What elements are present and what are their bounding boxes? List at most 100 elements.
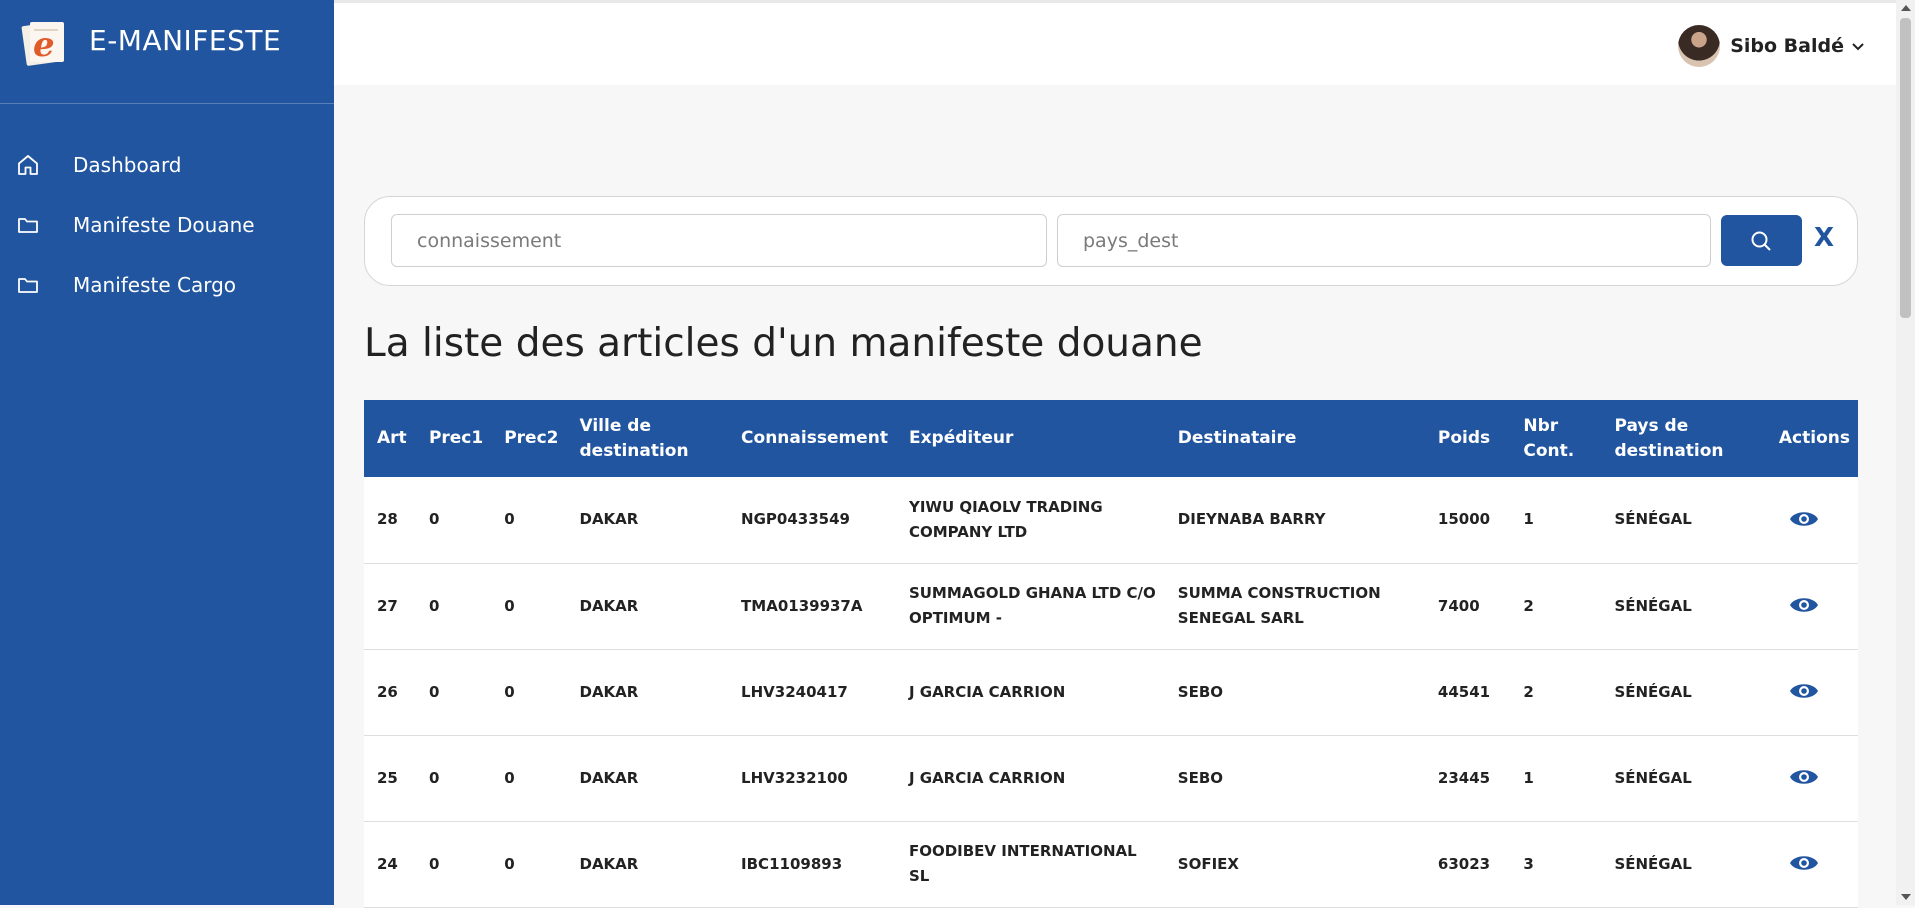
app-title: E-MANIFESTE — [89, 24, 282, 57]
table-header-row: Art Prec1 Prec2 Ville de destination Conn… — [364, 400, 1858, 477]
cell-connaissement: TMA0139937A — [741, 596, 863, 615]
cell-ville: DAKAR — [579, 510, 639, 529]
header-pays-line2: destination — [1614, 440, 1724, 461]
app-logo-icon: e — [21, 21, 64, 66]
cell-actions — [1766, 649, 1858, 735]
view-eye-icon[interactable] — [1789, 680, 1819, 702]
top-bar: Sibo Baldé — [334, 0, 1896, 85]
cell-nbr-cont: 1 — [1523, 768, 1534, 787]
header-nbr-cont: Nbr Cont. — [1510, 400, 1601, 477]
table-row: 24 0 0 DAKAR IBC1109893 FOODIBEV INTERNA… — [364, 821, 1858, 907]
cell-prec2: 0 — [504, 682, 515, 701]
cell-expediteur: SUMMAGOLD GHANA LTD C/O OPTIMUM - — [908, 584, 1156, 627]
sidebar-item-label: Manifeste Douane — [73, 213, 255, 237]
cell-expediteur: J GARCIA CARRION — [908, 682, 1066, 701]
cell-prec1: 0 — [428, 768, 440, 787]
cell-poids: 23445 — [1437, 768, 1491, 787]
cell-art: 25 — [377, 768, 398, 787]
cell-art: 28 — [377, 510, 398, 529]
cell-ville: DAKAR — [579, 854, 639, 873]
avatar — [1678, 25, 1721, 67]
header-prec2: Prec2 — [504, 428, 559, 448]
cell-poids: 44541 — [1437, 682, 1491, 701]
cell-actions — [1766, 735, 1858, 821]
cell-destinataire: SOFIEX — [1177, 854, 1239, 873]
header-prec1: Prec1 — [428, 428, 484, 448]
view-eye-icon[interactable] — [1789, 766, 1819, 788]
page-scrollbar[interactable] — [1896, 0, 1915, 905]
header-poids: Poids — [1437, 428, 1491, 448]
cell-pays: SÉNÉGAL — [1614, 854, 1692, 873]
pays-dest-input[interactable] — [1057, 214, 1711, 267]
scroll-down-icon[interactable] — [1901, 894, 1911, 900]
header-pays-destination: Pays de destination — [1601, 400, 1765, 477]
header-ville-line1: Ville de — [579, 415, 652, 436]
cell-destinataire: SEBO — [1177, 682, 1224, 701]
cell-connaissement: NGP0433549 — [741, 510, 850, 529]
table-row: 27 0 0 DAKAR TMA0139937A SUMMAGOLD GHANA… — [364, 563, 1858, 649]
table-row: 28 0 0 DAKAR NGP0433549 YIWU QIAOLV TRAD… — [364, 477, 1858, 563]
header-ville-destination: Ville de destination — [567, 400, 729, 477]
clear-search-button[interactable]: X — [1814, 223, 1834, 253]
scrollbar-thumb[interactable] — [1900, 18, 1911, 318]
cell-destinataire: DIEYNABA BARRY — [1177, 510, 1326, 529]
sidebar: e E-MANIFESTE Dashboard Manifeste Douane… — [0, 0, 334, 905]
cell-art: 26 — [377, 682, 398, 701]
view-eye-icon[interactable] — [1789, 594, 1819, 616]
cell-ville: DAKAR — [579, 596, 639, 615]
cell-pays: SÉNÉGAL — [1614, 596, 1692, 615]
cell-poids: 63023 — [1437, 854, 1491, 873]
header-pays-line1: Pays de — [1614, 415, 1689, 436]
cell-prec2: 0 — [504, 768, 515, 787]
header-expediteur: Expéditeur — [908, 428, 1014, 448]
cell-expediteur: YIWU QIAOLV TRADING COMPANY LTD — [908, 497, 1103, 541]
header-destinataire: Destinataire — [1177, 428, 1297, 448]
search-button[interactable] — [1721, 215, 1802, 266]
cell-actions — [1766, 563, 1858, 649]
cell-nbr-cont: 1 — [1523, 510, 1534, 529]
view-eye-icon[interactable] — [1789, 508, 1819, 530]
cell-pays: SÉNÉGAL — [1614, 682, 1692, 701]
cell-expediteur: J GARCIA CARRION — [908, 768, 1066, 787]
cell-pays: SÉNÉGAL — [1614, 768, 1692, 787]
scroll-up-icon[interactable] — [1901, 5, 1911, 11]
folder-icon — [18, 218, 38, 233]
header-nbr-line1: Nbr — [1523, 415, 1559, 436]
table-row: 26 0 0 DAKAR LHV3240417 J GARCIA CARRION… — [364, 649, 1858, 735]
cell-prec2: 0 — [504, 510, 515, 529]
user-name: Sibo Baldé — [1730, 35, 1844, 57]
header-connaissement: Connaissement — [741, 428, 888, 448]
cell-destinataire: SUMMA CONSTRUCTION SENEGAL SARL — [1177, 584, 1381, 627]
folder-icon — [18, 278, 38, 293]
cell-prec2: 0 — [504, 596, 515, 615]
sidebar-item-label: Manifeste Cargo — [73, 273, 237, 297]
table-row: 25 0 0 DAKAR LHV3232100 J GARCIA CARRION… — [364, 735, 1858, 821]
cell-actions — [1766, 821, 1858, 907]
cell-nbr-cont: 2 — [1523, 596, 1534, 615]
cell-connaissement: LHV3232100 — [741, 768, 848, 787]
sidebar-item-manifeste-cargo[interactable]: Manifeste Cargo — [0, 262, 334, 308]
home-icon — [18, 155, 38, 175]
cell-prec1: 0 — [428, 510, 440, 529]
cell-nbr-cont: 3 — [1523, 854, 1534, 873]
user-menu[interactable]: Sibo Baldé — [1678, 25, 1866, 67]
header-art: Art — [377, 428, 407, 448]
articles-table: Art Prec1 Prec2 Ville de destination Conn… — [364, 400, 1858, 908]
header-nbr-line2: Cont. — [1523, 440, 1575, 461]
cell-ville: DAKAR — [579, 682, 639, 701]
view-eye-icon[interactable] — [1789, 852, 1819, 874]
cell-prec1: 0 — [428, 682, 440, 701]
header-actions: Actions — [1778, 428, 1850, 448]
cell-prec1: 0 — [428, 596, 440, 615]
cell-destinataire: SEBO — [1177, 768, 1224, 787]
cell-connaissement: LHV3240417 — [741, 682, 848, 701]
cell-pays: SÉNÉGAL — [1614, 510, 1692, 529]
cell-expediteur: FOODIBEV INTERNATIONAL SL — [908, 842, 1137, 885]
svg-text:e: e — [33, 25, 55, 65]
connaissement-input[interactable] — [391, 214, 1047, 267]
page-title: La liste des articles d'un manifeste dou… — [364, 321, 1203, 366]
cell-poids: 7400 — [1437, 596, 1480, 615]
sidebar-item-dashboard[interactable]: Dashboard — [0, 142, 334, 188]
cell-art: 27 — [377, 596, 398, 615]
sidebar-item-manifeste-douane[interactable]: Manifeste Douane — [0, 202, 334, 248]
